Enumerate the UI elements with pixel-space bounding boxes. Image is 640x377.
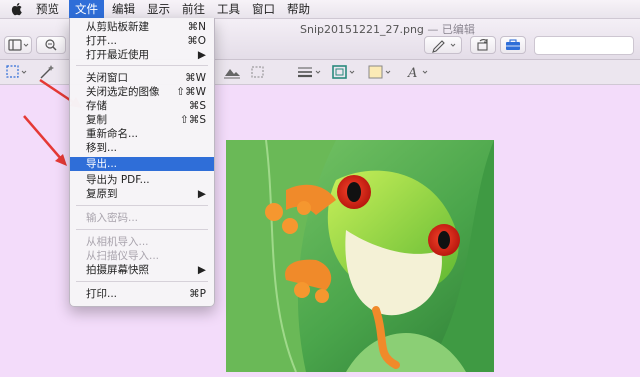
sidebar-toggle-icon: [8, 39, 29, 51]
submenu-arrow-icon: ▶: [197, 188, 206, 200]
arrow-to-export: [23, 115, 67, 166]
selection-icon[interactable]: [4, 64, 30, 80]
frog-photo: [226, 140, 494, 372]
markup-pen-button[interactable]: [424, 36, 462, 54]
menu-file[interactable]: 文件: [69, 0, 104, 18]
svg-text:A: A: [407, 66, 417, 80]
sidebar-toggle-button[interactable]: [4, 36, 32, 54]
menu-item-close-window[interactable]: 关闭窗口 ⌘W: [70, 71, 214, 85]
crop-icon[interactable]: [248, 64, 268, 80]
menu-go[interactable]: 前往: [176, 0, 211, 18]
menu-item-export[interactable]: 导出...: [70, 157, 214, 171]
menu-separator: [76, 229, 208, 230]
apple-icon[interactable]: [11, 2, 24, 16]
menu-item-revert-to[interactable]: 复原到 ▶: [70, 187, 214, 201]
toolbox-icon: [506, 39, 520, 50]
zoom-button[interactable]: [36, 36, 66, 54]
menu-view[interactable]: 显示: [141, 0, 176, 18]
menu-separator: [76, 205, 208, 206]
file-menu: 从剪贴板新建 ⌘N 打开... ⌘O 打开最近使用 ▶ 关闭窗口 ⌘W 关闭选定的图像 ⇧…: [69, 18, 215, 307]
submenu-arrow-icon: ▶: [197, 49, 206, 61]
lines-icon[interactable]: [294, 64, 324, 80]
menu-item-new-from-clipboard[interactable]: 从剪贴板新建 ⌘N: [70, 20, 214, 34]
menu-item-import-from-camera: 从相机导入...: [86, 236, 149, 248]
zoom-icon: [45, 39, 57, 51]
file-name: Snip20151221_27.png: [300, 23, 424, 36]
menu-item-open-recent[interactable]: 打开最近使用 ▶: [70, 48, 214, 62]
menu-bar: 预览 文件 编辑 显示 前往 工具 窗口 帮助: [0, 0, 640, 19]
fill-color-icon[interactable]: [366, 64, 394, 80]
menu-item-save[interactable]: 存储 ⌘S: [70, 99, 214, 113]
text-style-icon[interactable]: A: [404, 64, 432, 80]
menu-window[interactable]: 窗口: [246, 0, 281, 18]
menu-help[interactable]: 帮助: [281, 0, 316, 18]
search-field[interactable]: [534, 36, 634, 55]
menu-edit[interactable]: 编辑: [106, 0, 141, 18]
menu-item-take-screenshot[interactable]: 拍摄屏幕快照 ▶: [70, 263, 214, 277]
magic-wand-icon[interactable]: [36, 64, 58, 80]
rotate-button[interactable]: [470, 36, 496, 54]
edited-status: — 已编辑: [423, 23, 475, 36]
menu-item-enter-password: 输入密码...: [86, 212, 139, 224]
menu-item-close-selected-image[interactable]: 关闭选定的图像 ⇧⌘W: [70, 85, 214, 99]
menu-item-export-as-pdf[interactable]: 导出为 PDF...: [70, 173, 214, 187]
rotate-icon: [477, 39, 488, 51]
menu-item-rename[interactable]: 重新命名...: [70, 127, 214, 141]
menu-preview[interactable]: 预览: [30, 0, 65, 18]
menu-item-import-from-scanner: 从扫描仪导入...: [86, 250, 160, 262]
adjust-icon[interactable]: [222, 64, 242, 80]
pen-icon: [432, 40, 456, 53]
menu-tools[interactable]: 工具: [211, 0, 246, 18]
menu-item-duplicate[interactable]: 复制 ⇧⌘S: [70, 113, 214, 127]
toolbox-button[interactable]: [500, 36, 526, 54]
menu-separator: [76, 65, 208, 66]
submenu-arrow-icon: ▶: [197, 264, 206, 276]
menu-separator: [76, 281, 208, 282]
window-title: Snip20151221_27.png — 已编辑: [300, 21, 475, 37]
menu-item-open[interactable]: 打开... ⌘O: [70, 34, 214, 48]
menu-item-move-to[interactable]: 移到...: [70, 141, 214, 155]
menu-item-print[interactable]: 打印... ⌘P: [70, 287, 214, 301]
border-icon[interactable]: [330, 64, 358, 80]
